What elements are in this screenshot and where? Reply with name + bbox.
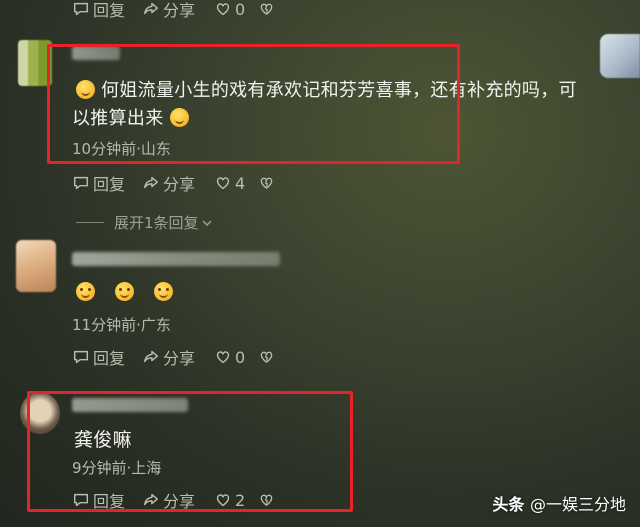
like-button[interactable]: 4	[214, 174, 258, 193]
comment-icon	[73, 2, 89, 16]
like-count: 0	[235, 347, 246, 367]
blurred-username	[72, 252, 280, 266]
watermark-brand: 头条	[492, 495, 525, 514]
broken-heart-icon	[260, 494, 273, 506]
like-count: 0	[235, 0, 246, 19]
heart-icon	[216, 3, 230, 16]
broken-heart-icon	[260, 351, 273, 363]
share-label: 分享	[163, 175, 196, 194]
share-button[interactable]: 分享	[142, 345, 214, 369]
broken-heart-icon	[260, 177, 273, 189]
comment-meta: 11分钟前·广东	[72, 316, 171, 334]
avatar[interactable]	[20, 392, 60, 434]
comment-icon	[73, 350, 89, 364]
share-icon	[143, 2, 159, 15]
reply-button[interactable]: 回复	[72, 345, 142, 369]
dislike-button[interactable]	[258, 348, 278, 366]
reply-label: 回复	[93, 175, 126, 194]
comment-meta: 10分钟前·山东	[72, 140, 171, 158]
thinking-emoji-icon	[154, 282, 174, 301]
heart-icon	[216, 494, 230, 507]
chevron-down-icon	[202, 219, 212, 226]
laugh-emoji-icon	[169, 108, 189, 127]
comment-icon	[73, 493, 89, 507]
reply-button[interactable]: 回复	[72, 488, 142, 512]
share-icon	[143, 176, 159, 189]
share-label: 分享	[163, 492, 196, 511]
thinking-emoji-icon	[76, 282, 95, 301]
comment-meta: 9分钟前·上海	[72, 459, 162, 477]
avatar[interactable]	[600, 34, 640, 78]
reply-label: 回复	[93, 492, 126, 511]
watermark: 头条 @一娱三分地	[492, 491, 626, 515]
reply-button[interactable]: 回复	[72, 171, 142, 195]
avatar[interactable]	[18, 40, 52, 86]
dislike-button[interactable]	[258, 174, 278, 192]
comment-action-row: 回复 分享 2	[72, 488, 278, 512]
dislike-button[interactable]	[258, 491, 278, 509]
reply-button[interactable]: 回复	[72, 0, 142, 21]
comment-icon	[73, 176, 89, 190]
reply-label: 回复	[93, 349, 126, 368]
comment-action-row: 回复 分享 0	[72, 345, 278, 369]
blurred-username	[72, 46, 120, 60]
like-button[interactable]: 0	[214, 0, 258, 19]
share-icon	[143, 493, 159, 506]
share-button[interactable]: 分享	[142, 488, 214, 512]
share-button[interactable]: 分享	[142, 171, 214, 195]
top-action-row: 回复 分享 0	[72, 0, 278, 21]
like-button[interactable]: 0	[214, 348, 258, 367]
share-icon	[143, 350, 159, 363]
comment-action-row: 回复 分享 4	[72, 171, 278, 195]
divider-line	[76, 222, 104, 223]
comment-text: 何姐流量小生的戏有承欢记和芬芳喜事，还有补充的吗，可	[76, 76, 577, 102]
heart-icon	[216, 351, 230, 364]
like-button[interactable]: 2	[214, 491, 258, 510]
share-button[interactable]: 分享	[142, 0, 214, 21]
reply-label: 回复	[93, 1, 126, 20]
expand-replies-button[interactable]: 展开1条回复	[76, 212, 213, 233]
broken-heart-icon	[260, 3, 273, 15]
comment-emoji-row	[76, 282, 174, 303]
dislike-button[interactable]	[258, 0, 278, 18]
thinking-emoji-icon	[115, 282, 135, 301]
like-count: 2	[235, 490, 246, 510]
grin-emoji-icon	[76, 80, 95, 99]
share-label: 分享	[163, 349, 196, 368]
blurred-username	[72, 398, 188, 412]
watermark-handle: @一娱三分地	[529, 495, 626, 514]
comment-text-continued: 以推算出来	[72, 104, 189, 130]
comment-text: 龚俊嘛	[74, 429, 132, 451]
avatar[interactable]	[16, 240, 56, 292]
heart-icon	[216, 177, 230, 190]
like-count: 4	[235, 173, 246, 193]
expand-replies-label: 展开1条回复	[114, 214, 199, 232]
share-label: 分享	[163, 1, 196, 20]
